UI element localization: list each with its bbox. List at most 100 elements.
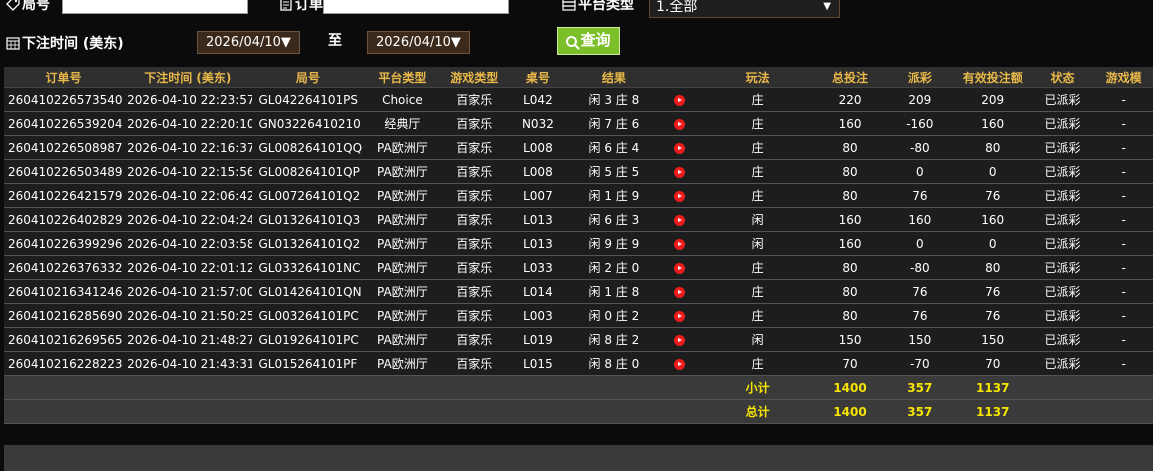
play-video-icon[interactable] bbox=[674, 118, 686, 130]
payout-cell: -70 bbox=[884, 351, 955, 376]
replay-cell[interactable] bbox=[659, 111, 701, 136]
result-cell: 闲 6 庄 4 bbox=[568, 135, 660, 160]
calendar-icon bbox=[6, 37, 20, 50]
round-input[interactable] bbox=[62, 0, 248, 14]
play-video-icon[interactable] bbox=[674, 262, 686, 274]
col-game-mode[interactable]: 游戏模 bbox=[1094, 67, 1153, 88]
replay-cell[interactable] bbox=[659, 255, 701, 280]
status-cell: 已派彩 bbox=[1030, 87, 1095, 112]
payout-cell: -160 bbox=[884, 111, 955, 136]
table-row: 260410216285690 2026-04-10 21:50:25 GL0032… bbox=[4, 303, 1153, 328]
status-cell: 已派彩 bbox=[1030, 159, 1095, 184]
play-video-icon[interactable] bbox=[674, 94, 686, 106]
col-valid-bet[interactable]: 有效投注额 bbox=[954, 67, 1031, 88]
subtotal-row: 小计 1400 357 1137 bbox=[4, 375, 1153, 400]
order-id-cell: 260410226539204 bbox=[4, 111, 124, 136]
replay-cell[interactable] bbox=[659, 159, 701, 184]
platform-cell: PA欧洲厅 bbox=[363, 207, 442, 232]
replay-cell[interactable] bbox=[659, 279, 701, 304]
total-payout: 357 bbox=[884, 399, 955, 424]
valid-bet-cell: 80 bbox=[954, 135, 1031, 160]
result-cell: 闲 7 庄 6 bbox=[568, 111, 660, 136]
payout-cell: 0 bbox=[884, 159, 955, 184]
col-round[interactable]: 局号 bbox=[252, 67, 364, 88]
round-cell: GL019264101PC bbox=[252, 327, 364, 352]
game-type-cell: 百家乐 bbox=[441, 159, 508, 184]
play-cell: 庄 bbox=[700, 255, 816, 280]
platform-cell: Choice bbox=[363, 87, 442, 112]
table-row: 260410216228223 2026-04-10 21:43:31 GL0152… bbox=[4, 351, 1153, 376]
play-cell: 庄 bbox=[700, 159, 816, 184]
col-table-no[interactable]: 桌号 bbox=[507, 67, 569, 88]
bet-time-cell: 2026-04-10 21:57:00 bbox=[123, 279, 253, 304]
game-type-cell: 百家乐 bbox=[441, 111, 508, 136]
table-no-cell: L019 bbox=[507, 327, 569, 352]
date-to-picker[interactable]: 2026/04/10▼ bbox=[367, 31, 470, 54]
status-cell: 已派彩 bbox=[1030, 231, 1095, 256]
play-video-icon[interactable] bbox=[674, 334, 686, 346]
date-from-picker[interactable]: 2026/04/10▼ bbox=[197, 31, 300, 54]
round-cell: GN03226410210 bbox=[252, 111, 364, 136]
play-video-icon[interactable] bbox=[674, 214, 686, 226]
col-bet-time[interactable]: 下注时间 (美东) bbox=[123, 67, 253, 88]
payout-cell: 0 bbox=[884, 231, 955, 256]
order-id-cell: 260410226503489 bbox=[4, 159, 124, 184]
play-video-icon[interactable] bbox=[674, 142, 686, 154]
valid-bet-cell: 0 bbox=[954, 231, 1031, 256]
valid-bet-cell: 76 bbox=[954, 183, 1031, 208]
game-type-cell: 百家乐 bbox=[441, 279, 508, 304]
game-type-cell: 百家乐 bbox=[441, 231, 508, 256]
col-game-type[interactable]: 游戏类型 bbox=[441, 67, 508, 88]
replay-cell[interactable] bbox=[659, 87, 701, 112]
order-input[interactable] bbox=[323, 0, 509, 14]
total-label: 总计 bbox=[700, 399, 816, 424]
play-video-icon[interactable] bbox=[674, 310, 686, 322]
replay-cell[interactable] bbox=[659, 135, 701, 160]
platform-select[interactable]: 1.全部 ▼ bbox=[649, 0, 840, 18]
play-cell: 闲 bbox=[700, 327, 816, 352]
platform-label-text: 平台类型 bbox=[578, 0, 634, 13]
col-total-bet[interactable]: 总投注 bbox=[815, 67, 885, 88]
valid-bet-cell: 70 bbox=[954, 351, 1031, 376]
status-cell: 已派彩 bbox=[1030, 183, 1095, 208]
play-video-icon[interactable] bbox=[674, 166, 686, 178]
table-row: 260410216269565 2026-04-10 21:48:27 GL0192… bbox=[4, 327, 1153, 352]
valid-bet-cell: 76 bbox=[954, 279, 1031, 304]
col-platform[interactable]: 平台类型 bbox=[363, 67, 442, 88]
game-type-cell: 百家乐 bbox=[441, 87, 508, 112]
play-video-icon[interactable] bbox=[674, 190, 686, 202]
replay-cell[interactable] bbox=[659, 183, 701, 208]
replay-cell[interactable] bbox=[659, 207, 701, 232]
game-type-cell: 百家乐 bbox=[441, 135, 508, 160]
platform-cell: PA欧洲厅 bbox=[363, 159, 442, 184]
platform-cell: PA欧洲厅 bbox=[363, 351, 442, 376]
total-bet-cell: 80 bbox=[815, 255, 885, 280]
order-id-cell: 260410226573540 bbox=[4, 87, 124, 112]
payout-cell: 76 bbox=[884, 183, 955, 208]
play-video-icon[interactable] bbox=[674, 286, 686, 298]
replay-cell[interactable] bbox=[659, 351, 701, 376]
order-id-cell: 260410226402829 bbox=[4, 207, 124, 232]
col-status[interactable]: 状态 bbox=[1030, 67, 1095, 88]
platform-cell: PA欧洲厅 bbox=[363, 183, 442, 208]
status-cell: 已派彩 bbox=[1030, 327, 1095, 352]
subtotal-payout: 357 bbox=[884, 375, 955, 400]
replay-cell[interactable] bbox=[659, 327, 701, 352]
play-video-icon[interactable] bbox=[674, 358, 686, 370]
query-button[interactable]: 查询 bbox=[557, 27, 620, 55]
col-result[interactable]: 结果 bbox=[568, 67, 660, 88]
col-order-id[interactable]: 订单号 bbox=[4, 67, 124, 88]
total-bet-cell: 80 bbox=[815, 303, 885, 328]
col-replay bbox=[659, 67, 701, 88]
play-video-icon[interactable] bbox=[674, 238, 686, 250]
play-cell: 庄 bbox=[700, 111, 816, 136]
replay-cell[interactable] bbox=[659, 231, 701, 256]
col-play[interactable]: 玩法 bbox=[700, 67, 816, 88]
play-cell: 闲 bbox=[700, 231, 816, 256]
col-payout[interactable]: 派彩 bbox=[884, 67, 955, 88]
total-bet-cell: 150 bbox=[815, 327, 885, 352]
replay-cell[interactable] bbox=[659, 303, 701, 328]
payout-cell: 76 bbox=[884, 279, 955, 304]
status-cell: 已派彩 bbox=[1030, 111, 1095, 136]
bet-time-cell: 2026-04-10 22:20:10 bbox=[123, 111, 253, 136]
